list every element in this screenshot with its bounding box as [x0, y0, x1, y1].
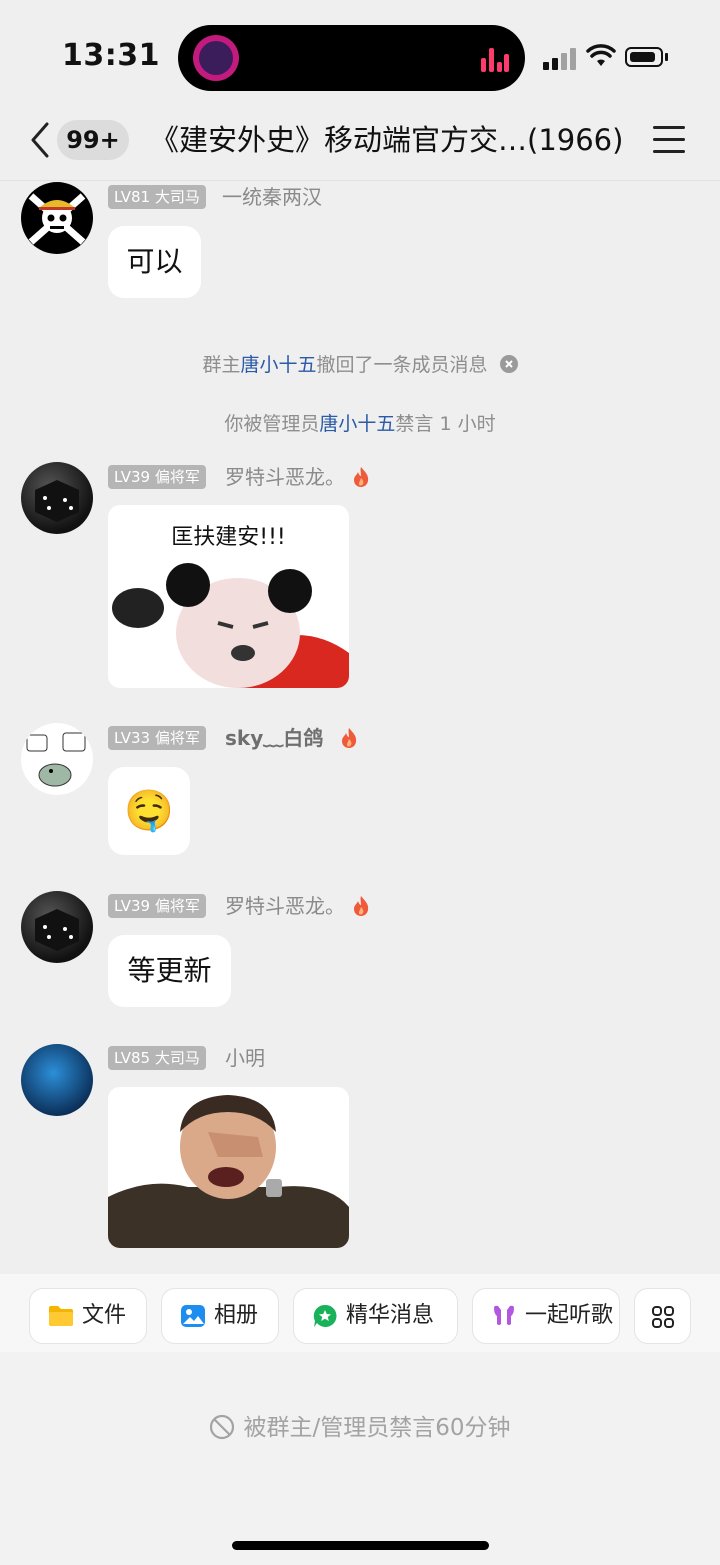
avatar[interactable]: [21, 1044, 93, 1116]
back-arrow-icon[interactable]: [27, 120, 57, 160]
photo-album-icon: [181, 1305, 205, 1327]
mute-icon: [210, 1414, 235, 1440]
sender-name[interactable]: 一统秦两汉: [222, 185, 322, 209]
status-time: 13:31: [62, 38, 160, 73]
toolbar-listen-together-button[interactable]: 一起听歌: [472, 1288, 620, 1344]
avatar[interactable]: [21, 891, 93, 963]
toolbar-label: 精华消息: [346, 1303, 435, 1328]
battery-tip: [665, 53, 668, 61]
toolbar-label: 文件: [82, 1303, 127, 1328]
sender-name[interactable]: 罗特斗恶龙。: [225, 465, 345, 489]
sender-name[interactable]: 罗特斗恶龙。: [225, 894, 345, 918]
level-badge: LV39 偏将军: [108, 894, 206, 918]
flame-icon: [354, 896, 369, 916]
cartoon-creature-icon: [26, 732, 86, 787]
admin-name-link[interactable]: 唐小十五: [240, 354, 316, 376]
close-icon[interactable]: [499, 355, 518, 373]
avatar[interactable]: [21, 723, 93, 795]
toolbar-album-button[interactable]: 相册: [161, 1288, 279, 1344]
message-bubble[interactable]: 等更新: [108, 935, 231, 1007]
menu-icon[interactable]: [653, 126, 687, 154]
level-badge: LV85 大司马: [108, 1046, 206, 1070]
level-badge: LV33 偏将军: [108, 726, 206, 750]
unread-count-badge[interactable]: 99+: [57, 120, 129, 160]
panda-meme-illustration: [112, 563, 349, 688]
sticker-image[interactable]: [108, 1087, 349, 1248]
toolbar-featured-button[interactable]: 精华消息: [293, 1288, 458, 1344]
folder-icon: [49, 1306, 73, 1326]
muted-notice: 被群主/管理员禁言60分钟: [0, 1408, 720, 1442]
sticker-image[interactable]: 匡扶建安!!!: [108, 505, 349, 688]
group-title[interactable]: 《建安外史》移动端官方交…(1966): [150, 120, 640, 160]
emoji-message-bubble[interactable]: 🤤: [108, 767, 190, 855]
admin-name-link[interactable]: 唐小十五: [319, 413, 395, 435]
black-dice-icon: [35, 480, 79, 522]
headphones-icon: [494, 1305, 514, 1325]
avatar[interactable]: [21, 462, 93, 534]
flame-icon: [354, 467, 369, 487]
system-notice-recall: 群主唐小十五撤回了一条成员消息: [0, 350, 720, 377]
black-dice-icon: [35, 909, 79, 951]
home-indicator[interactable]: [232, 1541, 489, 1550]
toolbar-label: 相册: [214, 1303, 259, 1328]
sticker-caption: 匡扶建安!!!: [171, 525, 286, 550]
grid-more-icon: [652, 1306, 674, 1328]
level-badge: LV81 大司马: [108, 185, 206, 209]
now-playing-avatar-inner: [199, 41, 233, 75]
sender-name[interactable]: sky﹏白鸽: [225, 726, 323, 750]
featured-message-icon: [313, 1304, 337, 1327]
level-badge: LV39 偏将军: [108, 465, 206, 489]
toolbar-file-button[interactable]: 文件: [29, 1288, 147, 1344]
battery-icon: [625, 47, 663, 67]
message-input-area: [0, 1352, 720, 1565]
skull-flag-icon: [28, 193, 86, 245]
audio-bars-icon: [481, 44, 509, 72]
cellular-signal-icon: [543, 46, 577, 70]
message-bubble[interactable]: 可以: [108, 226, 201, 298]
sender-name[interactable]: 小明: [225, 1046, 265, 1070]
wifi-icon: [586, 44, 616, 66]
system-notice-mute: 你被管理员唐小十五禁言 1 小时: [224, 413, 496, 435]
avatar[interactable]: [21, 182, 93, 254]
toolbar-more-button[interactable]: [634, 1288, 691, 1344]
toolbar-label: 一起听歌: [525, 1303, 614, 1328]
laughing-man-photo: [108, 1095, 349, 1248]
flame-icon: [342, 728, 357, 748]
